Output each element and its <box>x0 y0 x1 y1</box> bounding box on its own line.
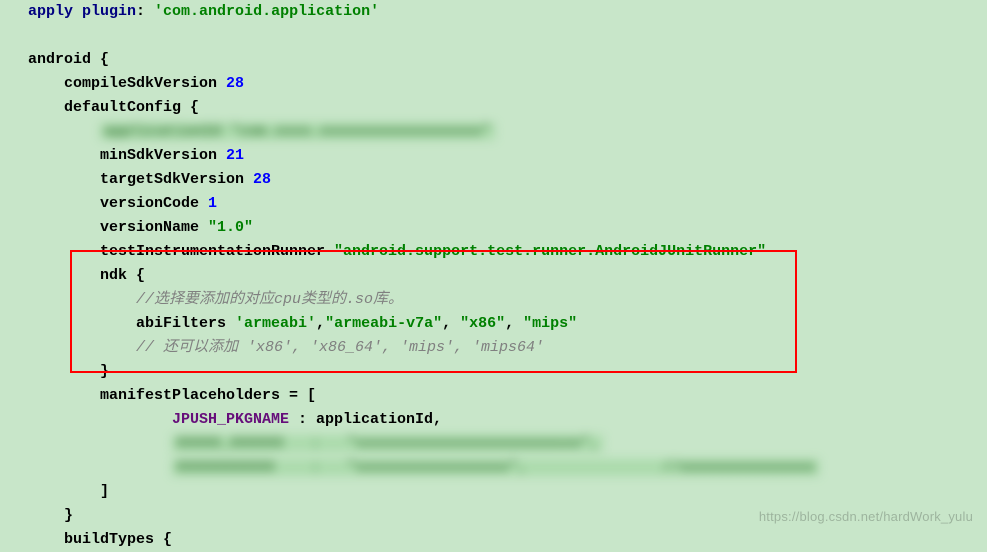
comment-select-abi: //选择要添加的对应cpu类型的.so库。 <box>136 291 403 308</box>
open-brace: { <box>91 51 109 68</box>
compile-sdk-val: 28 <box>226 75 244 92</box>
code-editor: apply plugin: 'com.android.application' … <box>0 0 987 552</box>
code-line: abiFilters 'armeabi',"armeabi-v7a", "x86… <box>28 312 959 336</box>
manifest-placeholders-key: manifestPlaceholders <box>100 387 280 404</box>
close-brace: } <box>100 363 109 380</box>
target-sdk-val: 28 <box>253 171 271 188</box>
open-brace: { <box>154 531 172 548</box>
code-line: testInstrumentationRunner "android.suppo… <box>28 240 959 264</box>
abi-x86: "x86" <box>460 315 505 332</box>
version-code-key: versionCode <box>100 195 208 212</box>
code-line: apply plugin: 'com.android.application' <box>28 0 959 24</box>
comment-more-abi: // 还可以添加 'x86', 'x86_64', 'mips', 'mips6… <box>136 339 544 356</box>
equals-bracket: = [ <box>280 387 316 404</box>
version-name-key: versionName <box>100 219 208 236</box>
abifilters-key: abiFilters <box>136 315 235 332</box>
open-brace: { <box>127 267 145 284</box>
code-line: } <box>28 360 959 384</box>
comma: , <box>316 315 325 332</box>
blurred-placeholder-1: XXXXX_XXXXXX : "xxxxxxxxxxxxxxxxxxxxxxxx… <box>172 435 603 452</box>
code-line: minSdkVersion 21 <box>28 144 959 168</box>
code-line: XXXXX_XXXXXX : "xxxxxxxxxxxxxxxxxxxxxxxx… <box>28 432 959 456</box>
apply-keyword: apply <box>28 3 82 20</box>
abi-armeabi: 'armeabi' <box>235 315 316 332</box>
code-line: applicationId "com.xxxx.xxxxxxxxxxxxxxxx… <box>28 120 959 144</box>
comma: , <box>505 315 514 332</box>
code-line: //选择要添加的对应cpu类型的.so库。 <box>28 288 959 312</box>
default-config-key: defaultConfig <box>64 99 181 116</box>
code-line: JPUSH_PKGNAME : applicationId, <box>28 408 959 432</box>
test-runner-key: testInstrumentationRunner <box>100 243 334 260</box>
plugin-keyword: plugin <box>82 3 136 20</box>
abi-armeabi-v7a: "armeabi-v7a" <box>325 315 442 332</box>
blurred-application-id: applicationId "com.xxxx.xxxxxxxxxxxxxxxx… <box>100 123 495 140</box>
plugin-colon: : <box>136 3 154 20</box>
watermark-text: https://blog.csdn.net/hardWork_yulu <box>759 505 973 529</box>
plugin-name: 'com.android.application' <box>154 3 379 20</box>
code-line: targetSdkVersion 28 <box>28 168 959 192</box>
version-name-val: "1.0" <box>208 219 253 236</box>
open-brace: { <box>181 99 199 116</box>
code-line: XXXXXXXXXXX : "xxxxxxxxxxxxxxxxx", //xxx… <box>28 456 959 480</box>
code-line: compileSdkVersion 28 <box>28 72 959 96</box>
min-sdk-key: minSdkVersion <box>100 147 226 164</box>
code-line: manifestPlaceholders = [ <box>28 384 959 408</box>
build-types-key: buildTypes <box>64 531 154 548</box>
close-brace: } <box>64 507 73 524</box>
code-line: ndk { <box>28 264 959 288</box>
comma: , <box>442 315 451 332</box>
code-line: buildTypes { <box>28 528 959 552</box>
version-code-val: 1 <box>208 195 217 212</box>
abi-mips: "mips" <box>523 315 577 332</box>
target-sdk-key: targetSdkVersion <box>100 171 253 188</box>
code-line: versionName "1.0" <box>28 216 959 240</box>
code-line: defaultConfig { <box>28 96 959 120</box>
code-line: ] <box>28 480 959 504</box>
code-line: android { <box>28 48 959 72</box>
code-line <box>28 24 959 48</box>
compile-sdk-key: compileSdkVersion <box>64 75 226 92</box>
code-line: // 还可以添加 'x86', 'x86_64', 'mips', 'mips6… <box>28 336 959 360</box>
jpush-pkgname-val: : applicationId, <box>289 411 442 428</box>
close-bracket: ] <box>100 483 109 500</box>
test-runner-val: "android.support.test.runner.AndroidJUni… <box>334 243 766 260</box>
code-line: versionCode 1 <box>28 192 959 216</box>
android-block: android <box>28 51 91 68</box>
blurred-placeholder-2: XXXXXXXXXXX : "xxxxxxxxxxxxxxxxx", //xxx… <box>172 459 819 476</box>
ndk-key: ndk <box>100 267 127 284</box>
min-sdk-val: 21 <box>226 147 244 164</box>
jpush-pkgname: JPUSH_PKGNAME <box>172 411 289 428</box>
